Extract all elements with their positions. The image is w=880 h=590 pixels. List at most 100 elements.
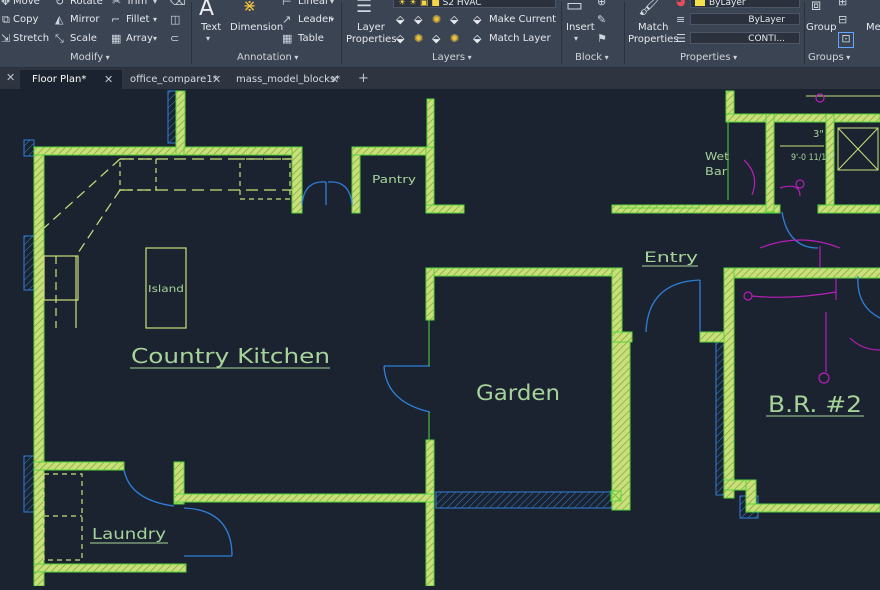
garden-label: Garden [476,381,560,405]
layer-tool-icon[interactable]: ✺ [432,14,441,26]
tab-floor-plan[interactable]: Floor Plan* ✕ [20,70,122,89]
layer-tool-icon[interactable]: ⬙ [432,33,440,45]
dimension-button[interactable]: Dimension [230,22,283,34]
create-block-icon[interactable]: ⊕ [597,0,606,8]
leader-button[interactable]: Leader [298,14,332,26]
linetype-dropdown[interactable]: CONTI... [690,32,800,44]
color-wheel-icon: ◕ [676,0,686,8]
table-button[interactable]: Table [298,33,324,45]
group-separator [561,2,562,64]
layer-tool-icon[interactable]: ✺ [450,33,459,45]
modify-group-title[interactable]: Modify [70,52,110,63]
stretch-button[interactable]: Stretch [13,33,49,45]
close-icon[interactable]: ✕ [212,70,221,89]
linetype-icon: ☰ [676,32,686,45]
tab-mass-model-blocks[interactable]: mass_model_blocks* ✕ [230,70,348,89]
layer-properties-icon: ☰ [356,0,373,17]
layers-group-title[interactable]: Layers [432,52,472,63]
make-current-button[interactable]: Make Current [489,14,556,26]
block-attributes-icon[interactable]: ⚑ [597,33,607,45]
offset-icon[interactable]: ⊂ [170,33,179,45]
layer-dropdown[interactable]: ☀ ☀ ▣ ■ S2 HVAC [393,0,556,8]
layer-state-icons: ☀ ☀ ▣ ■ [398,0,443,8]
group-button[interactable]: Group [806,22,836,34]
island-label: Island [148,284,184,295]
insert-dropdown-icon[interactable]: ▾ [574,33,578,45]
array-button[interactable]: Array [126,33,153,45]
array-dropdown-icon[interactable]: ▾ [153,33,157,45]
layer-tool-icon[interactable]: ⬙ [396,33,404,45]
layer-properties-label-1[interactable]: Layer [357,22,385,34]
text-button[interactable]: Text [201,22,221,34]
laundry-label: Laundry [92,525,166,543]
table-icon: ▦ [282,32,293,45]
tab-label: mass_model_blocks* [236,74,341,85]
match-properties-label-2[interactable]: Properties [628,34,679,46]
new-tab-plus-icon[interactable]: + [358,71,369,86]
dimension-9-feet: 9'-0 11/16" [791,153,835,163]
groups-group-title[interactable]: Groups [808,52,850,63]
group-separator [624,2,625,64]
layer-tool-icon[interactable]: ⬙ [396,14,404,26]
stretch-icon: ⇲ [1,32,11,45]
group-edit-icon[interactable]: ⊟ [838,14,847,26]
move-icon: ✥ [1,0,11,8]
layer-tool-icon[interactable]: ⬙ [450,14,458,26]
color-value: ByLayer [709,0,746,8]
close-icon[interactable]: ✕ [6,71,15,84]
erase-icon[interactable]: ⌫ [170,0,186,8]
text-dropdown-icon[interactable]: ▾ [206,33,210,45]
close-icon[interactable]: ✕ [330,70,339,89]
measure-button[interactable]: Me [866,22,880,34]
color-dropdown[interactable]: ByLayer [690,0,800,8]
block-group-title[interactable]: Block [575,52,609,63]
mirror-button[interactable]: Mirror [70,14,99,26]
linear-dropdown-icon[interactable]: ▾ [330,0,334,8]
wet-label: Wet [705,150,730,163]
group-separator [804,2,805,64]
match-properties-label-1[interactable]: Match [638,22,669,34]
layer-tool-icon[interactable]: ✺ [414,33,423,45]
lineweight-value: ByLayer [748,15,785,25]
array-icon: ▦ [111,32,122,45]
fillet-button[interactable]: Fillet [126,14,149,26]
linear-icon: ⊢ [282,0,292,8]
move-button[interactable]: Move [13,0,40,8]
fillet-dropdown-icon[interactable]: ▾ [153,14,157,26]
layer-properties-label-2[interactable]: Properties [346,34,397,46]
linetype-value: CONTI... [748,34,785,44]
trim-button[interactable]: Trim [126,0,147,8]
insert-icon: ▭ [566,0,584,16]
trim-dropdown-icon[interactable]: ▾ [153,0,157,8]
ungroup-icon[interactable]: ⊞ [838,0,847,8]
annotation-group-title[interactable]: Annotation [237,52,298,63]
insert-button[interactable]: Insert [566,22,595,34]
tab-label: office_compare1* [130,74,218,85]
linear-button[interactable]: Linear [298,0,329,8]
explode-icon[interactable]: ◫ [170,14,180,26]
bar-label: Bar [705,165,728,178]
text-icon: A [199,0,215,21]
drawing-canvas[interactable]: Country Kitchen Island Pantry Garden Ent… [0,89,880,587]
match-layer-icon: ⬙ [473,32,482,45]
rotate-icon: ↻ [55,0,65,8]
scale-button[interactable]: Scale [70,33,97,45]
tab-office-compare[interactable]: office_compare1* ✕ [124,70,228,89]
floor-plan-drawing[interactable]: Country Kitchen Island Pantry Garden Ent… [0,89,880,587]
group-select-icon[interactable]: ⊡ [838,32,854,48]
leader-dropdown-icon[interactable]: ▾ [330,14,334,26]
scale-icon: ⤡ [55,32,64,45]
bedroom-2-label: B.R. #2 [768,393,862,418]
group-icon: ⧈ [811,0,822,14]
edit-block-icon[interactable]: ✎ [597,14,606,26]
fillet-icon: ⌐ [111,13,121,26]
lineweight-dropdown[interactable]: ByLayer [690,13,800,25]
pantry-label: Pantry [372,173,417,186]
copy-button[interactable]: Copy [13,14,38,26]
rotate-button[interactable]: Rotate [70,0,103,8]
close-icon[interactable]: ✕ [104,70,113,89]
walls [33,90,880,587]
properties-group-title[interactable]: Properties [680,52,737,63]
layer-tool-icon[interactable]: ⬙ [414,14,422,26]
match-layer-button[interactable]: Match Layer [489,33,551,45]
